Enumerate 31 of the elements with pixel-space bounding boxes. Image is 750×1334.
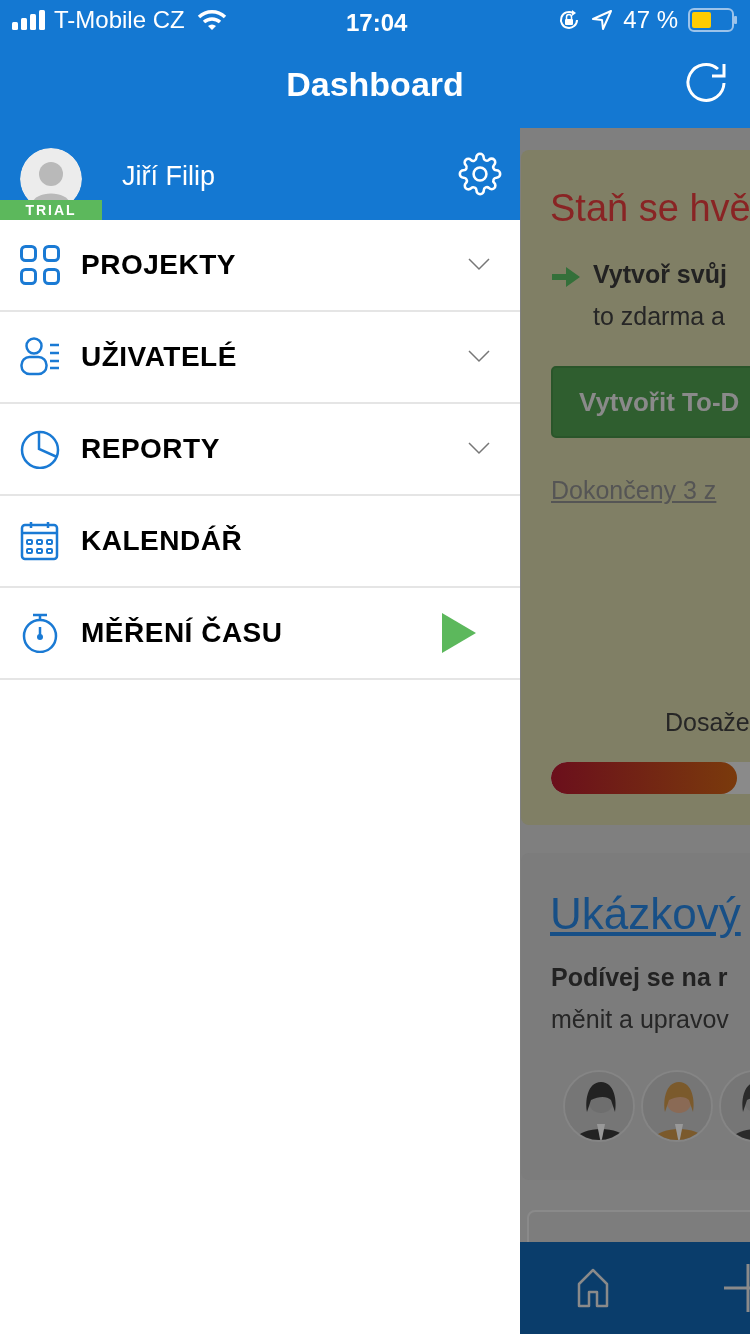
settings-icon[interactable] bbox=[458, 152, 502, 196]
wifi-icon bbox=[196, 9, 227, 31]
battery-icon bbox=[688, 8, 738, 32]
status-time: 17:04 bbox=[346, 8, 408, 38]
chevron-down-icon[interactable] bbox=[468, 350, 490, 364]
stopwatch-icon bbox=[20, 613, 60, 653]
chevron-down-icon[interactable] bbox=[468, 258, 490, 272]
step-text: to zdarma a bbox=[593, 301, 725, 332]
pie-chart-icon bbox=[20, 429, 60, 469]
user-name: Jiří Filip bbox=[122, 160, 215, 193]
play-icon[interactable] bbox=[442, 613, 476, 653]
location-icon bbox=[591, 9, 614, 31]
signal-icon bbox=[12, 10, 46, 30]
arrow-right-icon bbox=[552, 267, 580, 287]
chevron-down-icon[interactable] bbox=[468, 442, 490, 456]
demo-text-bold: Podívej se na r bbox=[551, 962, 728, 993]
progress-label: Dosaže bbox=[665, 707, 750, 738]
users-list-icon bbox=[20, 337, 60, 377]
demo-text: měnit a upravov bbox=[551, 1004, 729, 1035]
battery-percent: 47 % bbox=[623, 5, 678, 35]
promo-title: Staň se hvě bbox=[550, 186, 750, 231]
home-icon[interactable] bbox=[577, 1268, 609, 1308]
menu-item[interactable]: PROJEKTY bbox=[0, 220, 520, 312]
step-title: Vytvoř svůj bbox=[593, 259, 727, 290]
menu-item[interactable]: MĚŘENÍ ČASU bbox=[0, 588, 520, 680]
page-title: Dashboard bbox=[286, 63, 464, 105]
plus-icon[interactable] bbox=[724, 1264, 750, 1312]
carrier-name: T-Mobile CZ bbox=[54, 5, 185, 35]
trial-badge: TRIAL bbox=[0, 200, 102, 220]
calendar-icon bbox=[20, 521, 60, 561]
grid-icon bbox=[20, 245, 60, 285]
